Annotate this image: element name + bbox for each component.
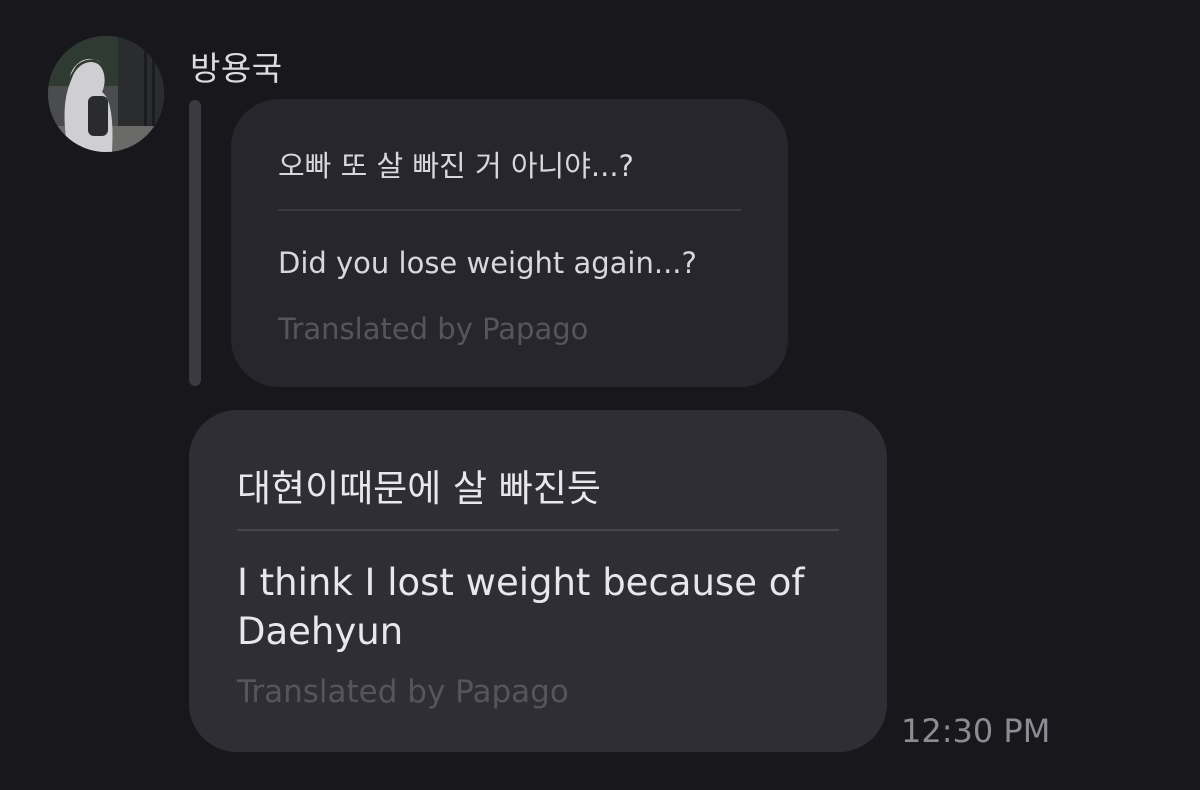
quoted-translation-divider	[278, 209, 741, 211]
quoted-translation-credit: Translated by Papago	[278, 312, 589, 346]
sender-name: 방용국	[190, 49, 283, 88]
message-timestamp: 12:30 PM	[901, 712, 1051, 750]
quoted-translated-text: Did you lose weight again...?	[278, 246, 697, 280]
avatar[interactable]	[48, 36, 164, 152]
message-bubble[interactable]: 대현이때문에 살 빠진듯 I think I lost weight becau…	[189, 410, 887, 752]
message-original-text: 대현이때문에 살 빠진듯	[237, 467, 601, 510]
quoted-original-text: 오빠 또 살 빠진 거 아니야...?	[278, 149, 634, 183]
message-translated-text: I think I lost weight because of Daehyun	[237, 561, 805, 653]
reply-indicator-bar	[189, 100, 201, 386]
message-translation-divider	[237, 529, 839, 531]
avatar-photo	[48, 36, 164, 152]
message-translation-credit: Translated by Papago	[237, 674, 569, 710]
quoted-message-bubble[interactable]: 오빠 또 살 빠진 거 아니야...? Did you lose weight …	[231, 99, 788, 387]
